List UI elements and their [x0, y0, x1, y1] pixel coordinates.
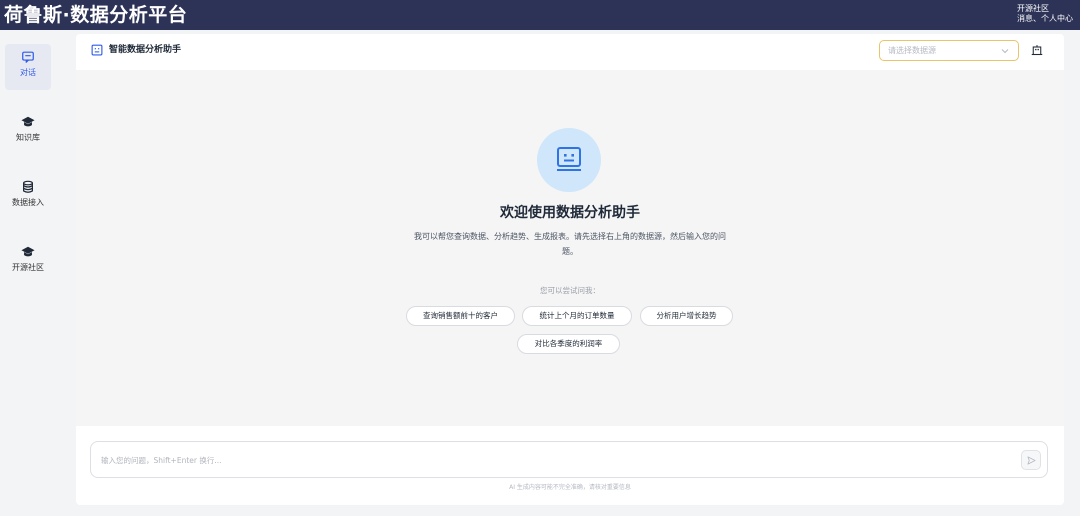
building-icon[interactable] [1031, 44, 1043, 56]
sidebar-item-chat[interactable]: 对话 [5, 44, 51, 90]
database-icon [23, 180, 33, 193]
messages-profile-link[interactable]: 消息、个人中心 [1017, 14, 1073, 24]
message-composer [90, 441, 1048, 478]
chevron-down-icon [1001, 49, 1009, 54]
sidebar-item-label: 开源社区 [12, 263, 44, 272]
suggestion-chip[interactable]: 对比各季度的利润率 [517, 334, 620, 354]
graduation-cap-icon [21, 246, 35, 257]
sidebar-item-label: 知识库 [16, 133, 40, 142]
chat-icon [22, 51, 34, 63]
welcome-avatar [537, 128, 601, 192]
suggestion-chip[interactable]: 查询销售额前十的客户 [406, 306, 515, 326]
sidebar-item-community[interactable]: 开源社区 [5, 239, 51, 285]
suggestion-chip[interactable]: 分析用户增长趋势 [640, 306, 733, 326]
suggestion-chip[interactable]: 统计上个月的订单数量 [522, 306, 632, 326]
robot-icon [91, 44, 103, 56]
sidebar-item-label: 对话 [20, 68, 36, 77]
sidebar-item-label: 数据接入 [12, 198, 44, 207]
datasource-select[interactable]: 请选择数据源 [879, 40, 1019, 61]
suggestions-label: 您可以尝试问我： [540, 286, 600, 295]
welcome-description: 我可以帮您查询数据、分析趋势、生成报表。请先选择右上角的数据源，然后输入您的问题… [414, 232, 726, 256]
page-title: 智能数据分析助手 [109, 45, 182, 55]
sidebar-item-knowledge-base[interactable]: 知识库 [5, 109, 51, 155]
chat-header: 智能数据分析助手 请选择数据源 [76, 34, 1064, 70]
app-title: 荷鲁斯·数据分析平台 [4, 4, 188, 26]
sidebar: 对话 知识库 数据接入 开源社区 [0, 30, 62, 516]
send-icon [1027, 456, 1036, 465]
top-bar: 荷鲁斯·数据分析平台 开源社区 消息、个人中心 [0, 0, 1080, 30]
send-button[interactable] [1021, 450, 1041, 470]
robot-icon [557, 147, 581, 171]
message-input[interactable] [101, 454, 981, 467]
welcome-title: 欢迎使用数据分析助手 [500, 205, 640, 221]
top-links: 开源社区 消息、个人中心 [1017, 4, 1073, 24]
community-link[interactable]: 开源社区 [1017, 4, 1073, 14]
ai-disclaimer: AI 生成内容可能不完全准确，请核对重要信息 [509, 484, 631, 491]
chat-area: 欢迎使用数据分析助手 我可以帮您查询数据、分析趋势、生成报表。请先选择右上角的数… [76, 70, 1064, 426]
chat-panel: 智能数据分析助手 请选择数据源 欢迎使用数据分析助手 我可以帮您查询数据、分析趋… [76, 34, 1064, 505]
graduation-cap-icon [21, 116, 35, 127]
datasource-placeholder: 请选择数据源 [888, 46, 936, 55]
sidebar-item-data-access[interactable]: 数据接入 [5, 174, 51, 220]
